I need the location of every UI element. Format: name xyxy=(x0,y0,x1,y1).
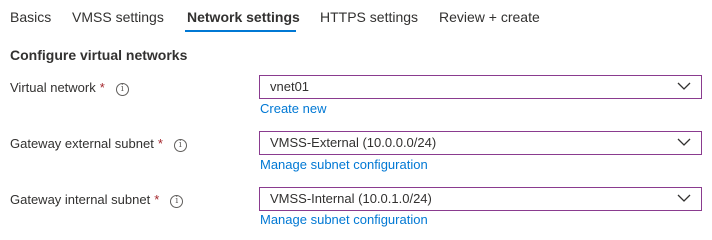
gateway-external-subnet-dropdown[interactable]: VMSS-External (10.0.0.0/24) xyxy=(259,131,702,155)
manage-internal-subnet-link[interactable]: Manage subnet configuration xyxy=(260,212,428,227)
create-new-link[interactable]: Create new xyxy=(260,101,326,116)
chevron-down-icon xyxy=(677,194,691,202)
manage-external-subnet-link[interactable]: Manage subnet configuration xyxy=(260,157,428,172)
required-marker: * xyxy=(154,192,160,207)
tab-basics[interactable]: Basics xyxy=(10,9,51,25)
required-marker: * xyxy=(99,80,105,95)
info-icon[interactable]: i xyxy=(170,195,184,208)
field-label-text: Virtual network xyxy=(10,80,96,95)
tab-vmss-settings[interactable]: VMSS settings xyxy=(72,9,164,25)
tab-review-create[interactable]: Review + create xyxy=(439,9,540,25)
active-tab-indicator xyxy=(185,30,296,32)
field-label-text: Gateway internal subnet xyxy=(10,192,151,207)
field-label-text: Gateway external subnet xyxy=(10,136,154,151)
virtual-network-label: Virtual network * i xyxy=(10,79,129,97)
gateway-internal-subnet-dropdown[interactable]: VMSS-Internal (10.0.1.0/24) xyxy=(259,187,702,211)
virtual-network-dropdown[interactable]: vnet01 xyxy=(259,75,702,99)
required-marker: * xyxy=(157,136,163,151)
info-icon[interactable]: i xyxy=(173,139,187,152)
tab-https-settings[interactable]: HTTPS settings xyxy=(320,9,418,25)
section-title: Configure virtual networks xyxy=(10,47,188,63)
gateway-internal-subnet-label: Gateway internal subnet * i xyxy=(10,191,184,209)
dropdown-value: VMSS-External (10.0.0.0/24) xyxy=(270,135,437,150)
chevron-down-icon xyxy=(677,138,691,146)
dropdown-value: VMSS-Internal (10.0.1.0/24) xyxy=(270,191,432,206)
chevron-down-icon xyxy=(677,82,691,90)
tab-network-settings[interactable]: Network settings xyxy=(187,9,300,25)
wizard-tabs: Basics VMSS settings Network settings HT… xyxy=(0,0,712,34)
gateway-external-subnet-label: Gateway external subnet * i xyxy=(10,135,187,153)
info-icon[interactable]: i xyxy=(115,83,129,96)
dropdown-value: vnet01 xyxy=(270,79,310,94)
